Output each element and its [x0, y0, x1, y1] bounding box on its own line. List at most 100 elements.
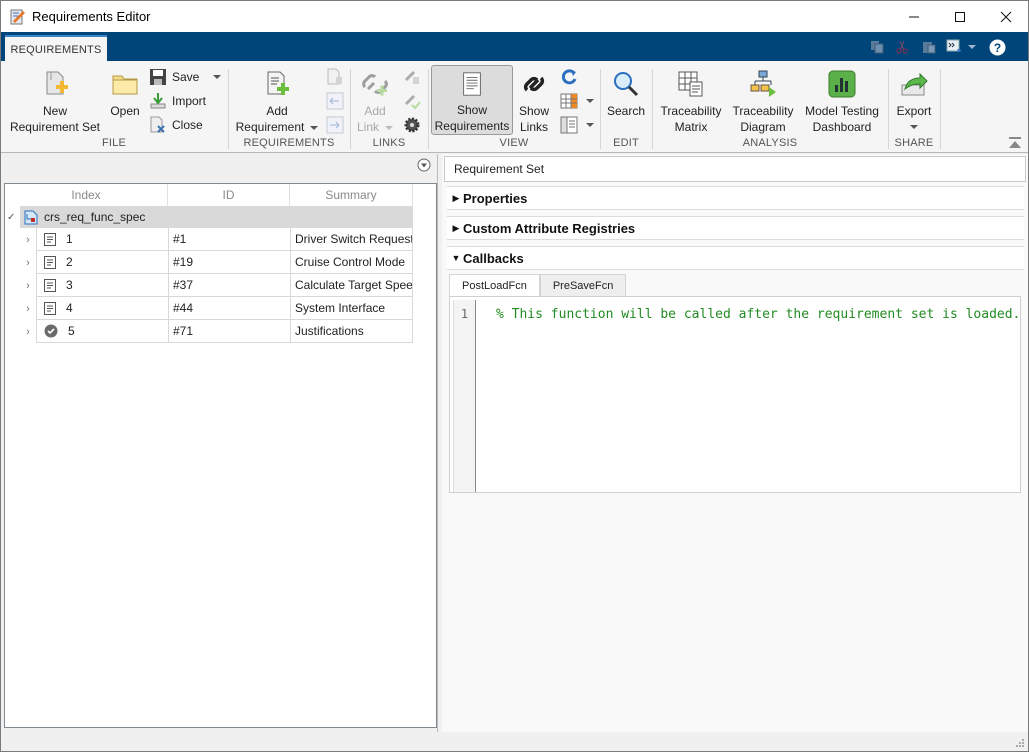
section-custom-attribute-registries[interactable]: ▶ Custom Attribute Registries	[447, 216, 1024, 240]
search-icon	[614, 72, 639, 97]
demote-requirement-button[interactable]	[326, 115, 349, 135]
save-icon	[150, 69, 166, 85]
column-header-id[interactable]: ID	[168, 184, 290, 206]
expand-chevron-icon[interactable]: ›	[21, 274, 35, 297]
save-dropdown-caret[interactable]	[213, 75, 222, 79]
cell-index: 2	[37, 251, 169, 273]
section-properties[interactable]: ▶ Properties	[447, 186, 1024, 210]
toolstrip-tabs: REQUIREMENTS ?	[1, 32, 1028, 62]
title-bar: Requirements Editor	[1, 1, 1028, 32]
help-icon: ?	[989, 39, 1005, 55]
validate-link-button[interactable]	[403, 91, 426, 111]
group-links: Add Link LINKS	[351, 65, 427, 151]
details-pane: Requirement Set ▶ Properties ▶ Custom At…	[442, 154, 1028, 732]
group-share: Export SHARE	[889, 65, 939, 151]
copy-button[interactable]	[867, 38, 887, 56]
collapse-chevron-icon[interactable]: ✓	[7, 212, 15, 223]
columns-button[interactable]	[560, 91, 594, 111]
requirements-tree-table: Index ID Summary ✓ crs_req_func_spec › 1 #…	[4, 183, 437, 728]
expand-chevron-icon[interactable]: ›	[21, 320, 35, 343]
model-testing-dashboard-button[interactable]: Model Testing Dashboard	[801, 65, 883, 135]
show-links-icon	[523, 76, 545, 92]
cut-button[interactable]	[892, 38, 912, 56]
expand-chevron-icon[interactable]: ›	[21, 251, 35, 274]
add-requirement-button[interactable]: Add Requirement	[233, 65, 321, 135]
outdent-icon	[326, 92, 344, 110]
columns-icon	[560, 93, 578, 109]
collapse-ribbon-icon[interactable]	[1008, 137, 1022, 149]
close-icon	[1000, 11, 1012, 22]
table-row[interactable]: › 1 #1 Driver Switch Request...	[26, 228, 413, 251]
link-settings-button[interactable]	[403, 115, 426, 135]
traceability-diagram-button[interactable]: Traceability Diagram	[729, 65, 797, 135]
requirement-icon	[44, 301, 56, 315]
import-button[interactable]: Import	[149, 91, 206, 111]
code-line[interactable]: % This function will be called after the…	[496, 307, 1020, 322]
add-requirement-dropdown-caret[interactable]	[310, 125, 319, 130]
expand-chevron-icon[interactable]: ›	[21, 297, 35, 320]
view-options-icon[interactable]	[417, 158, 431, 172]
cell-id: #44	[169, 297, 291, 319]
close-file-button[interactable]: Close	[149, 115, 203, 135]
cell-summary: Justifications	[291, 320, 413, 342]
layout-button[interactable]	[560, 115, 594, 135]
callback-code-editor[interactable]: 1 % This function will be called after t…	[449, 296, 1021, 493]
tab-presavefcn[interactable]: PreSaveFcn	[539, 274, 627, 296]
cell-index: 5	[37, 320, 169, 342]
tab-postloadfcn[interactable]: PostLoadFcn	[449, 274, 540, 296]
save-button[interactable]: Save	[149, 67, 222, 87]
toolstrip-ribbon: New Requirement Set Open Save Import Clo…	[1, 61, 1028, 153]
requirement-icon	[44, 278, 56, 292]
minimize-button[interactable]	[891, 1, 937, 32]
delete-link-button[interactable]	[403, 67, 426, 87]
paste-button[interactable]	[919, 38, 939, 56]
new-requirement-set-button[interactable]: New Requirement Set	[7, 65, 103, 135]
show-requirements-icon	[463, 72, 481, 96]
new-requirement-set-icon	[46, 71, 68, 95]
tree-root-row[interactable]: ✓ crs_req_func_spec	[7, 206, 413, 228]
maximize-button[interactable]	[937, 1, 983, 32]
cell-summary: Driver Switch Request...	[291, 228, 413, 250]
cell-id: #71	[169, 320, 291, 342]
expand-chevron-icon[interactable]: ›	[21, 228, 35, 251]
requirement-icon	[44, 255, 56, 269]
tab-requirements[interactable]: REQUIREMENTS	[5, 35, 107, 62]
command-menu-button[interactable]	[945, 38, 977, 56]
column-header-summary[interactable]: Summary	[290, 184, 413, 206]
command-icon	[946, 39, 962, 52]
help-button[interactable]: ?	[987, 38, 1007, 56]
traceability-matrix-icon	[678, 71, 703, 97]
add-link-button[interactable]: Add Link	[355, 65, 395, 135]
cell-summary: Calculate Target Spee...	[291, 274, 413, 296]
table-row[interactable]: › 3 #37 Calculate Target Spee...	[26, 274, 413, 297]
requirement-set-name: crs_req_func_spec	[44, 210, 146, 224]
group-label-view: VIEW	[499, 137, 529, 149]
callback-tabs: PostLoadFcn PreSaveFcn	[449, 274, 627, 296]
delete-requirement-button[interactable]	[326, 67, 349, 87]
group-label-share: SHARE	[894, 137, 934, 149]
expand-triangle-icon: ▶	[452, 222, 460, 233]
search-button[interactable]: Search	[603, 65, 649, 119]
close-window-button[interactable]	[983, 1, 1029, 32]
table-row[interactable]: › 4 #44 System Interface	[26, 297, 413, 320]
cell-id: #19	[169, 251, 291, 273]
check-link-icon	[404, 94, 421, 110]
refresh-button[interactable]	[560, 67, 583, 87]
cell-id: #37	[169, 274, 291, 296]
column-header-index[interactable]: Index	[5, 184, 168, 206]
expand-triangle-icon: ▶	[452, 192, 460, 203]
export-button[interactable]: Export	[891, 65, 937, 129]
promote-requirement-button[interactable]	[326, 91, 349, 111]
export-dropdown-caret[interactable]	[910, 125, 918, 129]
section-callbacks[interactable]: ▼ Callbacks	[447, 246, 1024, 270]
table-row[interactable]: › 2 #19 Cruise Control Mode	[26, 251, 413, 274]
open-button[interactable]: Open	[106, 65, 144, 119]
show-links-button[interactable]: Show Links	[515, 65, 553, 135]
resize-grip-icon[interactable]	[1016, 739, 1024, 747]
table-header: Index ID Summary	[5, 184, 413, 206]
cell-summary: System Interface	[291, 297, 413, 319]
refresh-icon	[561, 69, 577, 85]
show-requirements-button[interactable]: Show Requirements	[431, 65, 513, 135]
table-row[interactable]: › 5 #71 Justifications	[26, 320, 413, 343]
traceability-matrix-button[interactable]: Traceability Matrix	[657, 65, 725, 135]
